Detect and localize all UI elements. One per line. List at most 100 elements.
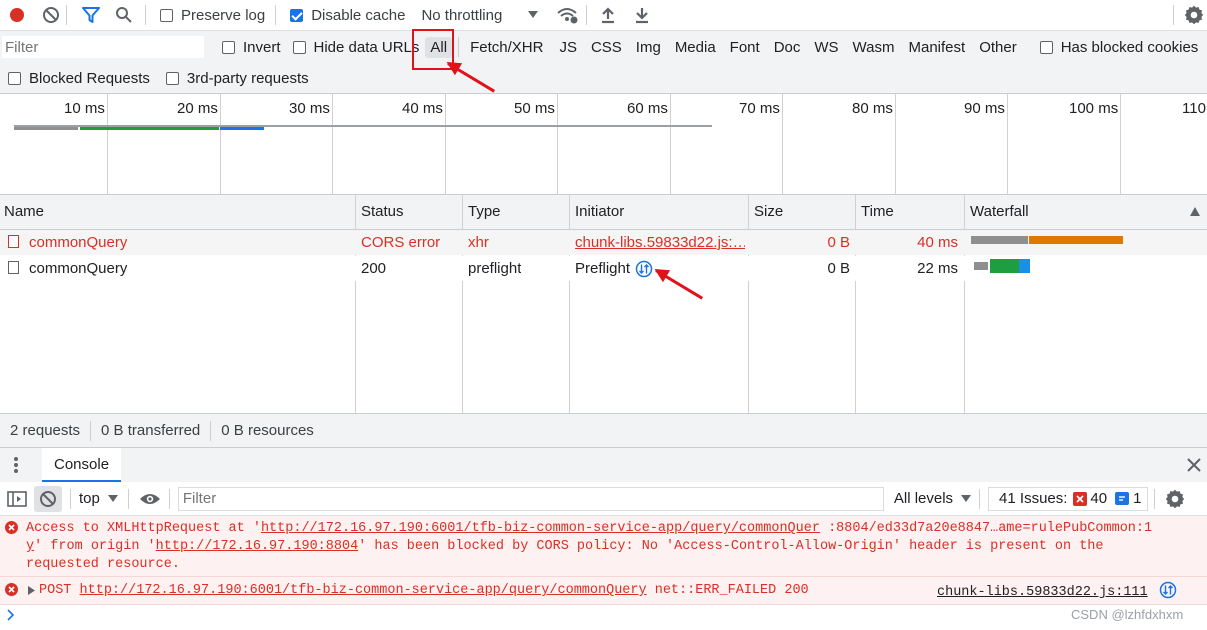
preflight-link-icon[interactable] — [635, 260, 653, 278]
message-url-link[interactable]: http://172.16.97.190:6001/tfb-biz-common… — [261, 521, 820, 536]
filter-input[interactable] — [2, 36, 204, 58]
message-origin-link[interactable]: http://172.16.97.190:8804 — [156, 539, 359, 554]
overview-bar-download — [220, 127, 264, 130]
filter-icon[interactable] — [81, 6, 101, 24]
info-badge-icon — [1115, 492, 1130, 505]
preserve-log-label: Preserve log — [181, 6, 266, 24]
third-party-requests-checkbox[interactable] — [165, 71, 179, 85]
clear-console-icon[interactable] — [34, 485, 62, 512]
console-settings-gear-icon[interactable] — [1165, 489, 1185, 509]
request-name[interactable]: commonQuery — [29, 260, 127, 277]
request-size: 0 B — [827, 234, 850, 251]
request-size: 0 B — [827, 260, 850, 277]
context-select[interactable]: top — [79, 490, 118, 507]
show-sidebar-icon[interactable] — [6, 489, 28, 509]
network-request-icon[interactable] — [1159, 581, 1177, 599]
request-url-link[interactable]: http://172.16.97.190:6001/tfb-biz-common… — [80, 583, 647, 598]
column-divider — [748, 195, 749, 413]
column-header-type[interactable]: Type — [464, 195, 501, 229]
timeline-gridline — [1007, 94, 1008, 194]
settings-gear-icon[interactable] — [1184, 5, 1204, 25]
type-filter-css[interactable]: CSS — [586, 37, 627, 58]
table-row[interactable]: commonQuery 200 preflight Preflight 0 B … — [0, 256, 1207, 281]
import-har-icon[interactable] — [599, 6, 617, 24]
close-drawer-icon[interactable] — [1186, 457, 1202, 473]
throttling-select[interactable]: No throttling — [421, 7, 539, 24]
type-filter-ws[interactable]: WS — [809, 37, 843, 58]
expand-triangle-icon[interactable] — [28, 586, 35, 595]
preserve-log-checkbox[interactable] — [160, 8, 173, 22]
toolbar-divider — [145, 5, 146, 25]
toolbar-divider — [66, 5, 67, 25]
sort-ascending-icon[interactable] — [1190, 207, 1200, 216]
message-url-link-end[interactable]: y — [26, 539, 34, 554]
record-icon[interactable] — [8, 6, 26, 24]
timeline-tick: 50 ms — [514, 100, 555, 117]
has-blocked-cookies-checkbox[interactable] — [1039, 40, 1053, 54]
timeline-tick: 80 ms — [852, 100, 893, 117]
request-time: 22 ms — [917, 260, 958, 277]
clear-icon[interactable] — [42, 6, 60, 24]
console-toolbar-divider — [1154, 488, 1156, 509]
console-prompt-chevron-icon — [7, 609, 15, 621]
waterfall-bar-download — [1019, 259, 1030, 273]
table-row[interactable]: commonQuery CORS error xhr chunk-libs.59… — [0, 230, 1207, 255]
tab-console[interactable]: Console — [42, 448, 122, 482]
disable-cache-checkbox[interactable] — [290, 8, 304, 22]
console-toolbar-divider — [979, 488, 981, 509]
column-header-name[interactable]: Name — [0, 195, 44, 229]
column-header-status[interactable]: Status — [357, 195, 404, 229]
request-initiator-link[interactable]: chunk-libs.59833d22.js:… — [575, 234, 745, 251]
eye-icon[interactable] — [139, 490, 161, 508]
console-message-line: y' from origin 'http://172.16.97.190:880… — [26, 539, 1104, 554]
log-levels-value: All levels — [893, 490, 954, 507]
timeline-gridline — [1120, 94, 1121, 194]
console-message-line: requested resource. — [26, 557, 180, 572]
export-har-icon[interactable] — [633, 6, 651, 24]
console-prompt-input[interactable] — [20, 605, 1060, 627]
log-levels-select[interactable]: All levels — [893, 490, 972, 507]
blocked-requests-checkbox[interactable] — [8, 71, 21, 85]
column-header-size[interactable]: Size — [750, 195, 783, 229]
source-location-link[interactable]: chunk-libs.59833d22.js:111 — [937, 585, 1148, 600]
type-filter-wasm[interactable]: Wasm — [848, 37, 900, 58]
message-url-tail[interactable]: :8804/ed33d7a20e8847…ame=rulePubCommon:1 — [828, 521, 1152, 536]
status-bar: 2 requests 0 B transferred 0 B resources — [0, 413, 1207, 447]
search-icon[interactable] — [115, 6, 133, 24]
type-filter-fetch-xhr[interactable]: Fetch/XHR — [465, 37, 548, 58]
type-filter-font[interactable]: Font — [725, 37, 765, 58]
request-method: POST — [39, 583, 72, 598]
waterfall-bar-stalled — [971, 236, 1028, 244]
hide-data-urls-checkbox[interactable] — [292, 40, 306, 54]
column-divider — [355, 195, 356, 413]
watermark: CSDN @lzhfdxhxm — [1071, 607, 1184, 622]
type-filter-js[interactable]: JS — [554, 37, 582, 58]
column-header-time[interactable]: Time — [857, 195, 894, 229]
waterfall-bar-connecting — [990, 259, 1019, 273]
message-text: Access to XMLHttpRequest at ' — [26, 521, 261, 536]
issues-counter[interactable]: 41 Issues: 40 1 — [988, 486, 1149, 511]
network-conditions-icon[interactable] — [556, 6, 578, 24]
type-filter-other[interactable]: Other — [974, 37, 1022, 58]
console-message-error[interactable]: POST http://172.16.97.190:6001/tfb-biz-c… — [0, 577, 1207, 605]
request-status: CORS error — [361, 234, 441, 251]
request-table: Name Status Type Initiator Size Time Wat… — [0, 195, 1207, 413]
invert-checkbox[interactable] — [222, 40, 235, 54]
column-header-initiator[interactable]: Initiator — [571, 195, 624, 229]
type-filter-media[interactable]: Media — [670, 37, 721, 58]
type-filter-doc[interactable]: Doc — [769, 37, 806, 58]
console-message-error[interactable]: Access to XMLHttpRequest at 'http://172.… — [0, 516, 1207, 577]
timeline-gridline — [895, 94, 896, 194]
error-icon — [5, 521, 18, 534]
request-type: xhr — [468, 234, 489, 251]
timeline-gridline — [332, 94, 333, 194]
status-divider — [210, 420, 212, 441]
console-filter-input[interactable] — [177, 486, 884, 511]
type-filter-img[interactable]: Img — [631, 37, 666, 58]
request-name[interactable]: commonQuery — [29, 234, 127, 251]
type-filter-manifest[interactable]: Manifest — [904, 37, 971, 58]
more-tools-icon[interactable] — [10, 455, 22, 475]
column-header-waterfall[interactable]: Waterfall — [966, 195, 1029, 229]
timeline-gridline — [220, 94, 221, 194]
context-value: top — [79, 490, 100, 507]
